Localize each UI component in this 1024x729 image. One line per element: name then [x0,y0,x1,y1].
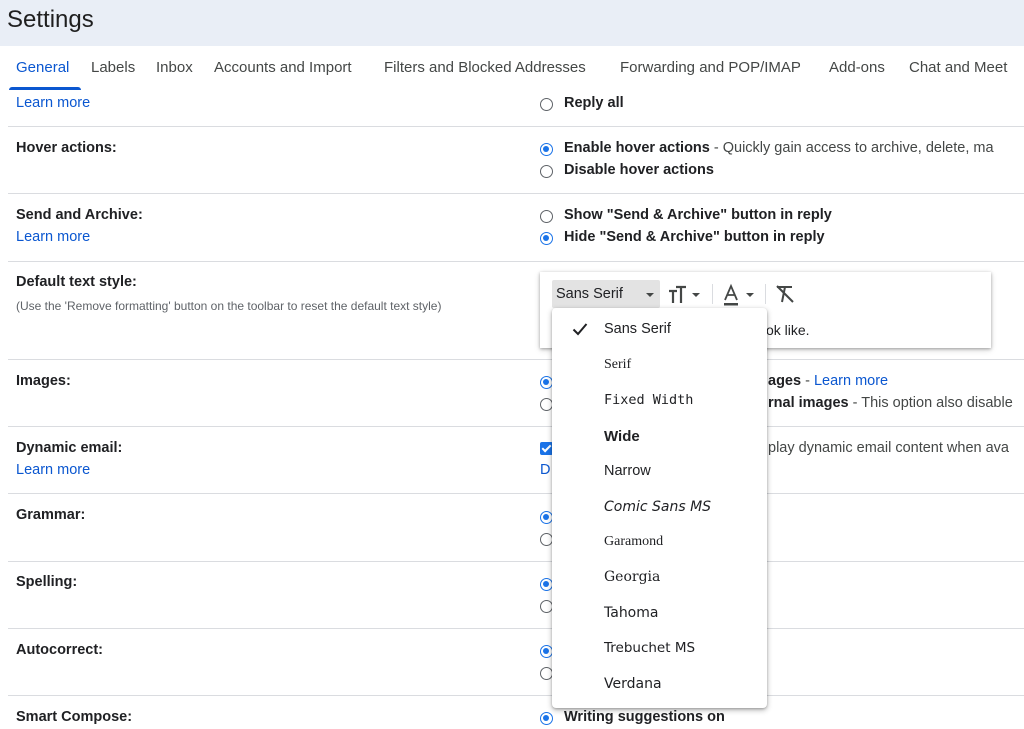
font-option-label: Trebuchet MS [604,640,696,656]
hover-actions-label: Hover actions: [16,140,117,156]
divider [8,193,1024,194]
settings-tabs: General Labels Inbox Accounts and Import… [0,46,1024,90]
tab-chat-and-meet[interactable]: Chat and Meet [909,59,1007,76]
remove-formatting-icon [776,285,794,303]
show-send-archive-radio[interactable] [540,210,553,223]
check-icon [572,323,588,336]
tab-add-ons[interactable]: Add-ons [829,59,885,76]
images-ask-option: rnal images - This option also disable [768,395,1013,411]
divider [8,261,1024,262]
divider [8,126,1024,127]
font-option-label: Serif [604,357,632,372]
divider [8,628,1024,629]
font-option-verdana[interactable]: Verdana [552,667,767,702]
font-size-button[interactable] [668,280,704,308]
font-size-icon [669,285,700,303]
toolbar-separator [765,284,766,304]
text-style-preview: ok like. [766,322,810,338]
font-option-comic-sans-ms[interactable]: Comic Sans MS [552,490,767,525]
font-option-serif[interactable]: Serif [552,348,767,383]
default-text-style-label: Default text style: [16,274,137,290]
dynamic-email-option: play dynamic email content when ava [768,440,1009,456]
default-text-style-help: (Use the 'Remove formatting' button on t… [16,299,442,313]
text-color-button[interactable] [722,280,758,308]
remove-formatting-button[interactable] [773,280,797,308]
font-option-label: Fixed Width [604,392,694,408]
font-option-label: Verdana [604,676,662,692]
disable-hover-actions-option: Disable hover actions [564,162,714,178]
font-family-menu: Sans Serif Serif Fixed Width Wide Narrow… [552,308,767,708]
dynamic-email-developer-link[interactable]: D [540,462,550,478]
font-option-sans-serif[interactable]: Sans Serif [552,312,767,347]
font-option-label: Narrow [604,463,651,479]
font-option-label: Wide [604,428,640,445]
divider [8,493,1024,494]
font-option-label: Sans Serif [604,321,671,337]
active-tab-indicator [9,87,81,90]
hide-send-archive-radio[interactable] [540,232,553,245]
grammar-label: Grammar: [16,507,86,523]
smart-compose-on-option: Writing suggestions on [564,709,725,725]
font-option-tahoma[interactable]: Tahoma [552,596,767,631]
toolbar-separator [712,284,713,304]
text-color-icon [724,283,754,306]
font-option-georgia[interactable]: Georgia [552,560,767,595]
send-and-archive-label: Send and Archive: [16,207,143,223]
font-family-select-label: Sans Serif [556,286,623,302]
page-title: Settings [7,6,94,33]
tab-filters-and-blocked-addresses[interactable]: Filters and Blocked Addresses [384,59,586,76]
font-option-wide[interactable]: Wide [552,419,767,454]
reply-all-option: Reply all [564,95,624,111]
font-option-fixed-width[interactable]: Fixed Width [552,383,767,418]
divider [8,359,1024,360]
disable-hover-actions-radio[interactable] [540,165,553,178]
show-send-archive-option: Show "Send & Archive" button in reply [564,207,832,223]
autocorrect-label: Autocorrect: [16,642,104,658]
reply-all-radio[interactable] [540,98,553,111]
font-option-label: Tahoma [604,605,659,621]
tab-forwarding-and-pop-imap[interactable]: Forwarding and POP/IMAP [620,59,801,76]
font-option-narrow[interactable]: Narrow [552,454,767,489]
smart-compose-label: Smart Compose: [16,709,133,725]
font-option-label: Georgia [604,569,661,585]
images-label: Images: [16,373,71,389]
tab-accounts-and-import[interactable]: Accounts and Import [214,59,352,76]
divider [8,426,1024,427]
images-show-option: ages - Learn more [768,373,889,389]
font-option-trebuchet-ms[interactable]: Trebuchet MS [552,631,767,666]
font-family-select[interactable]: Sans Serif [552,280,660,308]
enable-hover-actions-radio[interactable] [540,143,553,156]
tab-labels[interactable]: Labels [91,59,135,76]
chevron-down-icon [646,293,654,297]
font-option-label: Comic Sans MS [604,499,712,515]
settings-header: Settings [0,0,1024,46]
smart-compose-on-radio[interactable] [540,712,553,725]
spelling-label: Spelling: [16,574,78,590]
font-option-garamond[interactable]: Garamond [552,525,767,560]
send-and-archive-learn-more-link[interactable]: Learn more [16,229,90,245]
images-learn-more-link[interactable]: Learn more [814,373,888,389]
tab-inbox[interactable]: Inbox [156,59,193,76]
tab-general[interactable]: General [16,59,69,76]
font-option-label: Garamond [604,534,664,549]
divider [8,695,1024,696]
divider [8,561,1024,562]
dynamic-email-label: Dynamic email: [16,440,123,456]
hide-send-archive-option: Hide "Send & Archive" button in reply [564,229,825,245]
reply-learn-more-link[interactable]: Learn more [16,95,90,111]
enable-hover-actions-option: Enable hover actions - Quickly gain acce… [564,140,994,156]
dynamic-email-learn-more-link[interactable]: Learn more [16,462,90,478]
